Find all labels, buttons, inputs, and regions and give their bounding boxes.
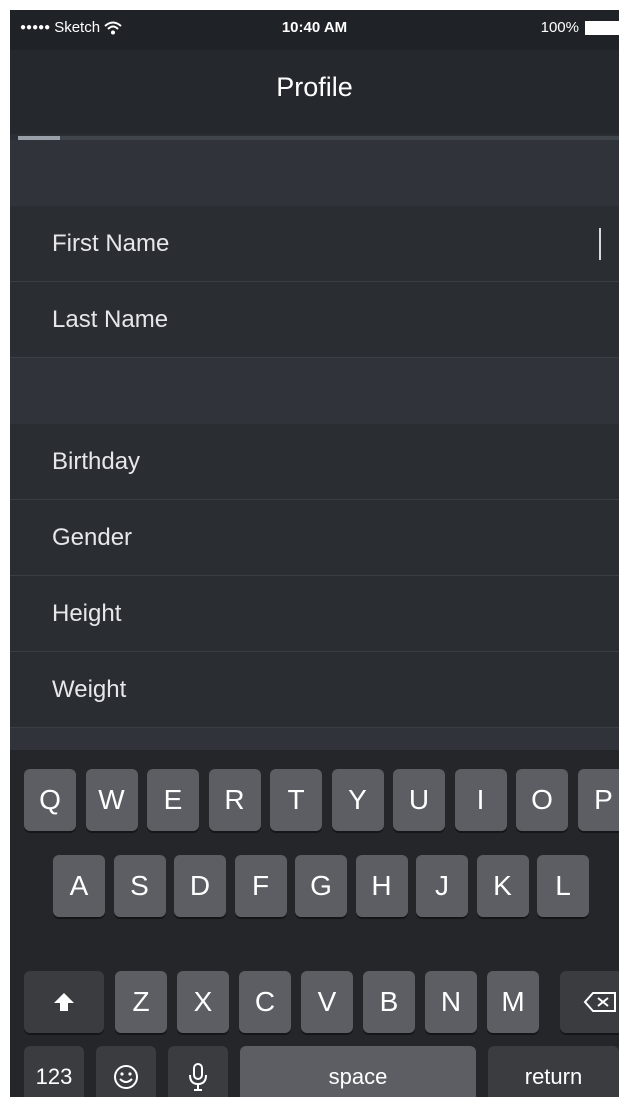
key-d[interactable]: D [174,855,226,917]
birthday-label: Birthday [52,447,141,475]
key-y[interactable]: Y [331,769,384,831]
birthday-field[interactable]: Birthday [10,424,619,500]
key-n[interactable]: N [425,971,477,1033]
key-j[interactable]: J [416,855,468,917]
key-e[interactable]: E [147,769,199,831]
key-h[interactable]: H [355,855,408,917]
key-v[interactable]: V [301,971,353,1033]
gender-label: Gender [52,523,133,551]
key-b[interactable]: B [363,971,415,1033]
page-title: Profile [276,72,353,102]
numbers-key[interactable]: 123 [24,1046,84,1097]
battery-icon [585,20,619,35]
first-name-field[interactable]: First Name [10,206,619,282]
emoji-key[interactable] [96,1046,156,1097]
key-m[interactable]: M [487,971,539,1033]
section-spacer [10,358,619,424]
height-field[interactable]: Height [10,576,619,652]
section-spacer [10,728,619,750]
key-x[interactable]: X [177,971,229,1033]
status-time: 10:40 AM [281,19,348,36]
navigation-bar: Profile [10,50,619,134]
key-z[interactable]: Z [115,971,167,1033]
last-name-label: Last Name [52,305,169,333]
key-a[interactable]: A [53,855,105,917]
status-bar: ●●●●● Sketch 10:40 AM 100% [10,10,619,50]
first-name-label: First Name [52,229,170,257]
weight-label: Weight [52,675,127,703]
key-l[interactable]: L [537,855,589,917]
key-i[interactable]: I [454,769,507,831]
keyboard: 123 space return QWERTYUIOP ASDFGHJKL ZXCV… [10,750,619,1097]
backspace-icon [583,992,616,1012]
gender-field[interactable]: Gender [10,500,619,576]
key-u[interactable]: U [393,769,445,831]
key-s[interactable]: S [113,855,166,917]
battery-percent: 100% [540,19,579,36]
microphone-icon [189,1063,207,1091]
microphone-key[interactable] [168,1046,228,1097]
status-right: 100% [541,19,619,36]
backspace-key[interactable] [560,971,619,1033]
key-q[interactable]: Q [24,769,76,831]
key-o[interactable]: O [516,769,568,831]
shift-key[interactable] [24,971,104,1033]
key-k[interactable]: K [476,855,529,917]
key-g[interactable]: G [295,855,347,917]
return-key[interactable]: return [488,1046,619,1097]
key-c[interactable]: C [239,971,291,1033]
shift-arrow-icon [54,993,74,1011]
last-name-field[interactable]: Last Name [10,282,619,358]
space-key[interactable]: space [240,1046,476,1097]
emoji-icon [114,1065,138,1089]
key-f[interactable]: F [234,855,287,917]
key-w[interactable]: W [85,769,138,831]
text-cursor [599,228,601,260]
profile-screen: ●●●●● Sketch 10:40 AM 100% Profile First… [10,10,619,1097]
weight-field[interactable]: Weight [10,652,619,728]
section-spacer [10,140,619,206]
key-p[interactable]: P [577,769,619,831]
height-label: Height [52,599,122,627]
key-r[interactable]: R [208,769,261,831]
key-t[interactable]: T [270,769,322,831]
